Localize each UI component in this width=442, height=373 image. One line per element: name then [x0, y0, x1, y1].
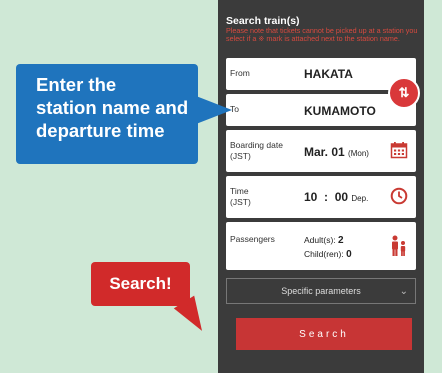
from-station: HAKATA: [304, 67, 353, 81]
boarding-date-label: Boarding date: [230, 140, 283, 150]
passengers-icon: [390, 235, 408, 262]
chevron-down-icon: ⌄: [399, 285, 408, 297]
time-separator: :: [324, 190, 329, 204]
callout-line-2: station name and: [36, 97, 189, 118]
to-station: KUMAMOTO: [304, 104, 376, 118]
search-form-panel: Search train(s) Please note that tickets…: [218, 0, 424, 373]
callout-line-3: departure time: [36, 120, 165, 141]
time-minute: 00: [334, 190, 349, 204]
to-field[interactable]: To KUMAMOTO: [226, 94, 416, 126]
callout-line-1: Enter the: [36, 74, 117, 95]
calendar-icon[interactable]: [390, 141, 408, 164]
station-time-callout: Enter the station name and departure tim…: [16, 64, 198, 164]
adults-count: 2: [338, 235, 344, 246]
boarding-date-field[interactable]: Boarding date (JST) Mar. 01 (Mon): [226, 130, 416, 172]
from-field[interactable]: From HAKATA: [226, 58, 416, 90]
station-note: Please note that tickets cannot be picke…: [226, 26, 418, 44]
specific-parameters-select[interactable]: Specific parameters ⌄: [226, 278, 416, 304]
swap-stations-icon[interactable]: ⇅: [388, 77, 420, 109]
search-callout: Search!: [91, 262, 190, 306]
passengers-field[interactable]: Passengers Adult(s): 2 Child(ren): 0: [226, 222, 416, 270]
time-tz: (JST): [230, 197, 251, 207]
callout-pointer: [196, 96, 232, 124]
clock-icon[interactable]: [390, 187, 408, 210]
boarding-date-value: Mar. 01: [304, 145, 345, 159]
time-hour: 10: [304, 190, 318, 204]
time-label: Time: [230, 186, 249, 196]
specific-parameters-label: Specific parameters: [281, 286, 361, 296]
time-type: Dep.: [351, 194, 369, 203]
children-count: 0: [346, 249, 352, 260]
boarding-date-tz: (JST): [230, 151, 251, 161]
search-button[interactable]: Search: [236, 318, 412, 350]
children-label: Child(ren):: [304, 249, 344, 259]
adults-label: Adult(s):: [304, 235, 336, 245]
boarding-weekday: (Mon): [348, 149, 369, 158]
from-label: From: [230, 68, 250, 78]
time-field[interactable]: Time (JST) 10 : 00 Dep.: [226, 176, 416, 218]
passengers-label: Passengers: [230, 234, 275, 244]
